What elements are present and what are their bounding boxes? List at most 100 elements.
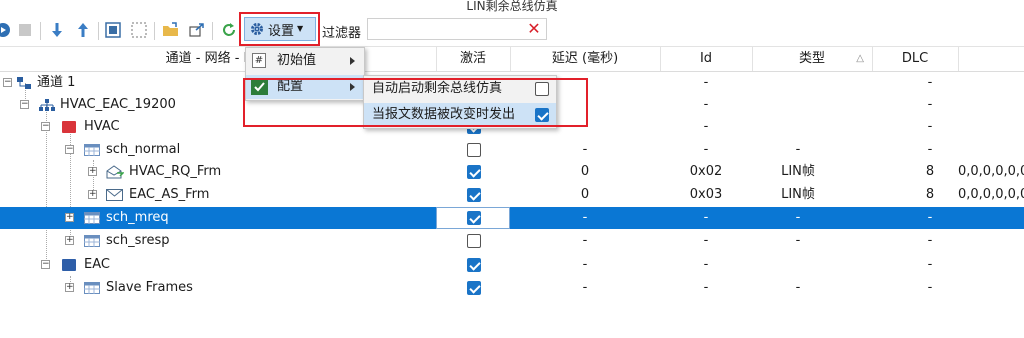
cell-type: LIN帧 xyxy=(781,164,815,179)
column-active[interactable]: 激活 xyxy=(436,47,511,71)
cell-delay: 0 xyxy=(580,187,590,202)
column-type-cell[interactable]: 类型 △ xyxy=(752,47,873,71)
toolbar: 设置 ▼ 过滤器 ✕ xyxy=(0,12,1024,47)
receive-frame-icon xyxy=(106,189,124,205)
deselect-icon[interactable] xyxy=(130,21,148,39)
schedule-table-icon xyxy=(84,144,100,160)
filter-input[interactable] xyxy=(367,18,547,40)
toolbar-separator xyxy=(212,22,213,40)
sort-ascending-icon: △ xyxy=(856,53,864,64)
tree-label: sch_sresp xyxy=(106,233,170,248)
expand-icon[interactable]: + xyxy=(65,236,74,245)
tree-label: HVAC_EAC_19200 xyxy=(60,97,176,112)
stop-icon[interactable] xyxy=(16,21,34,39)
schedule-table-icon xyxy=(84,235,100,251)
toolbar-separator xyxy=(98,22,99,40)
menu-item-label: 初始值 xyxy=(277,53,317,68)
highlight-box-config xyxy=(243,78,588,127)
active-checkbox[interactable] xyxy=(467,143,481,157)
open-folder-icon[interactable] xyxy=(162,21,180,39)
cell-delay: 0 xyxy=(580,164,590,179)
cell-delay: - xyxy=(582,142,588,157)
column-tree[interactable]: 通道 - 网络 - ECU xyxy=(0,47,437,71)
ecu-hvac-icon xyxy=(61,120,77,138)
expand-icon[interactable]: + xyxy=(65,283,74,292)
clear-filter-icon[interactable]: ✕ xyxy=(525,20,543,38)
cell-id: - xyxy=(703,210,709,225)
active-checkbox[interactable] xyxy=(467,165,481,179)
menu-item-initial-value[interactable]: # 初始值 xyxy=(246,49,364,73)
column-dlc[interactable]: DLC xyxy=(872,47,959,71)
cell-dlc: - xyxy=(927,75,933,90)
cell-delay: - xyxy=(582,257,588,272)
table-row[interactable]: + sch_sresp - - - - xyxy=(0,230,1024,252)
column-delay[interactable]: 延迟 (毫秒) xyxy=(510,47,661,71)
cell-type: - xyxy=(795,280,801,295)
move-down-icon[interactable] xyxy=(48,21,66,39)
active-checkbox[interactable] xyxy=(467,281,481,295)
collapse-icon[interactable]: − xyxy=(3,78,12,87)
table-row[interactable]: + EAC_AS_Frm 0 0x03 LIN帧 8 0,0,0,0,0,0 xyxy=(0,184,1024,206)
channel-icon xyxy=(16,76,32,94)
cell-id: 0x03 xyxy=(689,187,723,202)
cell-id: - xyxy=(703,119,709,134)
table-row[interactable]: − EAC - - - xyxy=(0,254,1024,276)
active-checkbox[interactable] xyxy=(467,188,481,202)
table-row[interactable]: + HVAC_RQ_Frm 0 0x02 LIN帧 8 0,0,0,0,0,0 xyxy=(0,161,1024,183)
network-icon xyxy=(38,98,56,116)
table-row-selected[interactable]: + sch_mreq - - - - xyxy=(0,207,1024,229)
cell-delay: - xyxy=(582,233,588,248)
active-checkbox[interactable] xyxy=(467,211,481,225)
tree-label: HVAC xyxy=(84,119,120,134)
export-icon[interactable] xyxy=(188,21,206,39)
collapse-icon[interactable]: − xyxy=(41,122,50,131)
cell-type: - xyxy=(795,142,801,157)
expand-icon[interactable]: + xyxy=(88,190,97,199)
column-data[interactable] xyxy=(958,47,1024,71)
cell-data: 0,0,0,0,0,0 xyxy=(958,164,1024,179)
collapse-icon[interactable]: − xyxy=(41,260,50,269)
schedule-table-icon xyxy=(84,282,100,298)
tree-label: sch_mreq xyxy=(106,210,169,225)
refresh-icon[interactable] xyxy=(220,21,238,39)
cell-dlc: - xyxy=(927,97,933,112)
tree-label: 通道 1 xyxy=(37,75,76,90)
select-all-icon[interactable] xyxy=(104,21,122,39)
collapse-icon[interactable]: − xyxy=(20,100,29,109)
tree-label: EAC xyxy=(84,257,110,272)
cell-id: - xyxy=(703,97,709,112)
cell-type: LIN帧 xyxy=(781,187,815,202)
cell-data: 0,0,0,0,0,0 xyxy=(958,187,1024,202)
table-row[interactable]: − sch_normal - - - - xyxy=(0,139,1024,161)
cell-dlc: - xyxy=(927,257,933,272)
column-header: 通道 - 网络 - ECU 激活 延迟 (毫秒) Id 类型 △ DLC xyxy=(0,47,1024,72)
cell-dlc: - xyxy=(927,119,933,134)
expand-icon[interactable]: + xyxy=(65,213,74,222)
play-icon[interactable] xyxy=(0,21,12,39)
expand-icon[interactable]: + xyxy=(88,167,97,176)
active-checkbox[interactable] xyxy=(467,258,481,272)
highlight-box-settings xyxy=(239,12,320,46)
table-row[interactable]: + Slave Frames - - - - xyxy=(0,277,1024,299)
cell-dlc: - xyxy=(927,233,933,248)
collapse-icon[interactable]: − xyxy=(65,145,74,154)
cell-delay: - xyxy=(582,210,588,225)
cell-dlc: - xyxy=(927,280,933,295)
ecu-eac-icon xyxy=(61,258,77,276)
submenu-arrow-icon xyxy=(350,57,355,65)
move-up-icon[interactable] xyxy=(74,21,92,39)
active-checkbox[interactable] xyxy=(467,234,481,248)
cell-id: - xyxy=(703,280,709,295)
send-frame-icon xyxy=(106,165,125,183)
cell-type: - xyxy=(795,210,801,225)
tree-label: HVAC_RQ_Frm xyxy=(129,164,222,179)
cell-id: - xyxy=(703,233,709,248)
window-title: LIN剩余总线仿真 xyxy=(466,0,558,13)
cell-id: 0x02 xyxy=(689,164,723,179)
cell-id: - xyxy=(703,75,709,90)
schedule-table-icon xyxy=(84,212,100,228)
cell-delay: - xyxy=(582,280,588,295)
column-id[interactable]: Id xyxy=(660,47,753,71)
toolbar-separator xyxy=(154,22,155,40)
filter-label: 过滤器 xyxy=(322,26,362,41)
